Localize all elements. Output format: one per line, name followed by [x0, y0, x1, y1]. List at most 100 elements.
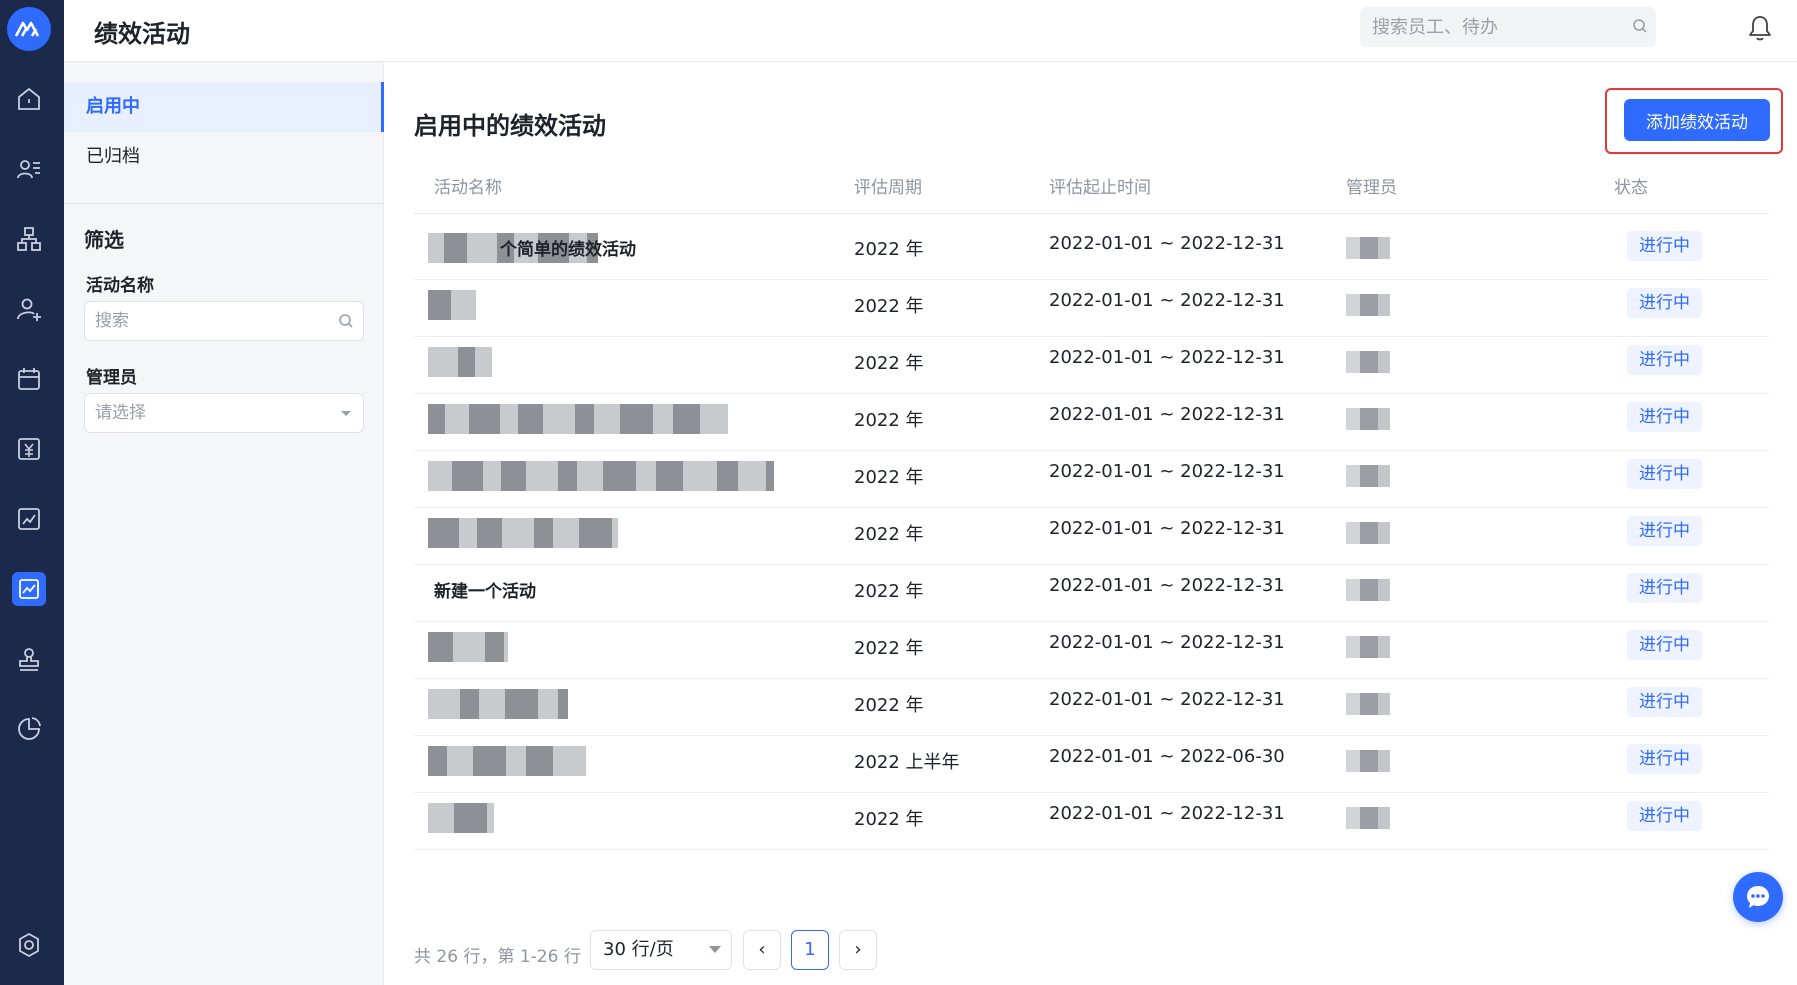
table-row[interactable]: 2022 年 2022-01-01 ~ 2022-12-31 进行中 — [414, 443, 1769, 508]
top-header: 绩效活动 — [64, 0, 1797, 62]
redacted-name — [428, 404, 728, 434]
sidebar-item-active[interactable]: 启用中 — [64, 82, 384, 132]
redacted-admin — [1346, 408, 1390, 430]
evaluation-date-range: 2022-01-01 ~ 2022-12-31 — [1049, 404, 1285, 425]
status-badge: 进行中 — [1627, 573, 1702, 603]
redacted-admin — [1346, 636, 1390, 658]
main-panel: 启用中的绩效活动 添加绩效活动 活动名称 评估周期 评估起止时间 管理员 状态 … — [384, 62, 1797, 985]
table-row[interactable]: 2022 年 2022-01-01 ~ 2022-12-31 进行中 — [414, 785, 1769, 850]
pie-chart-icon[interactable] — [12, 712, 46, 746]
evaluation-date-range: 2022-01-01 ~ 2022-06-30 — [1049, 746, 1285, 767]
chevron-down-icon — [709, 946, 721, 953]
evaluation-date-range: 2022-01-01 ~ 2022-12-31 — [1049, 632, 1285, 653]
activity-name[interactable]: 新建一个活动 — [434, 577, 536, 602]
redacted-admin — [1346, 465, 1390, 487]
evaluation-date-range: 2022-01-01 ~ 2022-12-31 — [1049, 290, 1285, 311]
column-header-name[interactable]: 活动名称 — [434, 173, 502, 198]
evaluation-period: 2022 年 — [854, 353, 924, 374]
redacted-name — [428, 461, 774, 491]
column-header-status[interactable]: 状态 — [1614, 173, 1648, 198]
status-badge: 进行中 — [1627, 288, 1702, 318]
salary-icon[interactable] — [12, 432, 46, 466]
evaluation-period: 2022 年 — [854, 467, 924, 488]
sidebar-divider — [64, 203, 384, 204]
redacted-name — [428, 518, 618, 548]
redacted-admin — [1346, 351, 1390, 373]
evaluation-date-range: 2022-01-01 ~ 2022-12-31 — [1049, 347, 1285, 368]
table-row[interactable]: 2022 年 2022-01-01 ~ 2022-12-31 进行中 — [414, 386, 1769, 451]
status-badge: 进行中 — [1627, 687, 1702, 717]
bell-icon[interactable] — [1747, 14, 1773, 42]
activity-name[interactable]: 个简单的绩效活动 — [500, 235, 636, 260]
column-header-period[interactable]: 评估周期 — [854, 173, 922, 198]
filter-sidebar: 启用中 已归档 筛选 活动名称 管理员 — [64, 62, 384, 985]
search-icon — [339, 314, 353, 328]
table-body: 个简单的绩效活动 2022 年 2022-01-01 ~ 2022-12-31 进行中… — [414, 215, 1769, 907]
status-badge: 进行中 — [1627, 516, 1702, 546]
evaluation-date-range: 2022-01-01 ~ 2022-12-31 — [1049, 803, 1285, 824]
status-badge: 进行中 — [1627, 630, 1702, 660]
column-header-admin[interactable]: 管理员 — [1346, 173, 1397, 198]
settings-icon[interactable] — [12, 928, 46, 962]
redacted-name — [428, 689, 568, 719]
evaluation-period: 2022 年 — [854, 296, 924, 317]
evaluation-period: 2022 年 — [854, 638, 924, 659]
evaluation-period: 2022 年 — [854, 410, 924, 431]
search-icon[interactable] — [1632, 18, 1648, 34]
table-row[interactable]: 2022 年 2022-01-01 ~ 2022-12-31 进行中 — [414, 614, 1769, 679]
status-badge: 进行中 — [1627, 459, 1702, 489]
admin-filter-select[interactable] — [84, 393, 364, 433]
chevron-down-icon — [341, 411, 351, 416]
redacted-admin — [1346, 807, 1390, 829]
redacted-name — [428, 746, 586, 776]
status-badge: 进行中 — [1627, 231, 1702, 261]
redacted-admin — [1346, 522, 1390, 544]
filter-heading: 筛选 — [84, 228, 124, 252]
table-row[interactable]: 2022 年 2022-01-01 ~ 2022-12-31 进行中 — [414, 329, 1769, 394]
pagination-info: 共 26 行，第 1-26 行 — [414, 947, 581, 967]
table-row[interactable]: 2022 年 2022-01-01 ~ 2022-12-31 进行中 — [414, 671, 1769, 736]
table-row[interactable]: 个简单的绩效活动 2022 年 2022-01-01 ~ 2022-12-31 进行中 — [414, 215, 1769, 280]
prev-page-button[interactable]: ‹ — [743, 930, 781, 970]
next-page-button[interactable]: › — [839, 930, 877, 970]
table-row[interactable]: 新建一个活动 2022 年 2022-01-01 ~ 2022-12-31 进行中 — [414, 557, 1769, 622]
report-icon[interactable] — [12, 502, 46, 536]
stamp-icon[interactable] — [12, 642, 46, 676]
name-filter-input[interactable] — [84, 301, 364, 341]
table-row[interactable]: 2022 年 2022-01-01 ~ 2022-12-31 进行中 — [414, 500, 1769, 565]
page-1-button[interactable]: 1 — [791, 930, 829, 970]
evaluation-period: 2022 年 — [854, 524, 924, 545]
people-list-icon[interactable] — [12, 152, 46, 186]
table-row[interactable]: 2022 上半年 2022-01-01 ~ 2022-06-30 进行中 — [414, 728, 1769, 793]
redacted-admin — [1346, 237, 1390, 259]
page-title: 绩效活动 — [94, 20, 190, 48]
admin-filter-label: 管理员 — [86, 368, 137, 388]
global-search-input[interactable] — [1360, 7, 1656, 47]
redacted-admin — [1346, 750, 1390, 772]
app-rail — [0, 0, 64, 985]
column-header-range[interactable]: 评估起止时间 — [1049, 173, 1151, 198]
status-badge: 进行中 — [1627, 801, 1702, 831]
performance-icon[interactable] — [12, 572, 46, 606]
sidebar-item-archived[interactable]: 已归档 — [64, 132, 384, 182]
chat-support-button[interactable] — [1733, 872, 1783, 922]
evaluation-date-range: 2022-01-01 ~ 2022-12-31 — [1049, 233, 1285, 254]
evaluation-period: 2022 年 — [854, 809, 924, 830]
redacted-name — [428, 290, 476, 320]
app-logo-icon[interactable] — [7, 7, 51, 51]
evaluation-period: 2022 年 — [854, 695, 924, 716]
evaluation-date-range: 2022-01-01 ~ 2022-12-31 — [1049, 575, 1285, 596]
status-badge: 进行中 — [1627, 345, 1702, 375]
page-size-value: 30 行/页 — [603, 939, 674, 960]
user-add-icon[interactable] — [12, 292, 46, 326]
calendar-icon[interactable] — [12, 362, 46, 396]
home-icon[interactable] — [12, 82, 46, 116]
chat-icon — [1747, 886, 1769, 908]
evaluation-period: 2022 年 — [854, 239, 924, 260]
table-row[interactable]: 2022 年 2022-01-01 ~ 2022-12-31 进行中 — [414, 272, 1769, 337]
add-activity-button[interactable]: 添加绩效活动 — [1624, 99, 1770, 141]
redacted-name — [428, 632, 508, 662]
redacted-name — [428, 347, 492, 377]
page-size-select[interactable]: 30 行/页 — [590, 930, 732, 970]
org-chart-icon[interactable] — [12, 222, 46, 256]
